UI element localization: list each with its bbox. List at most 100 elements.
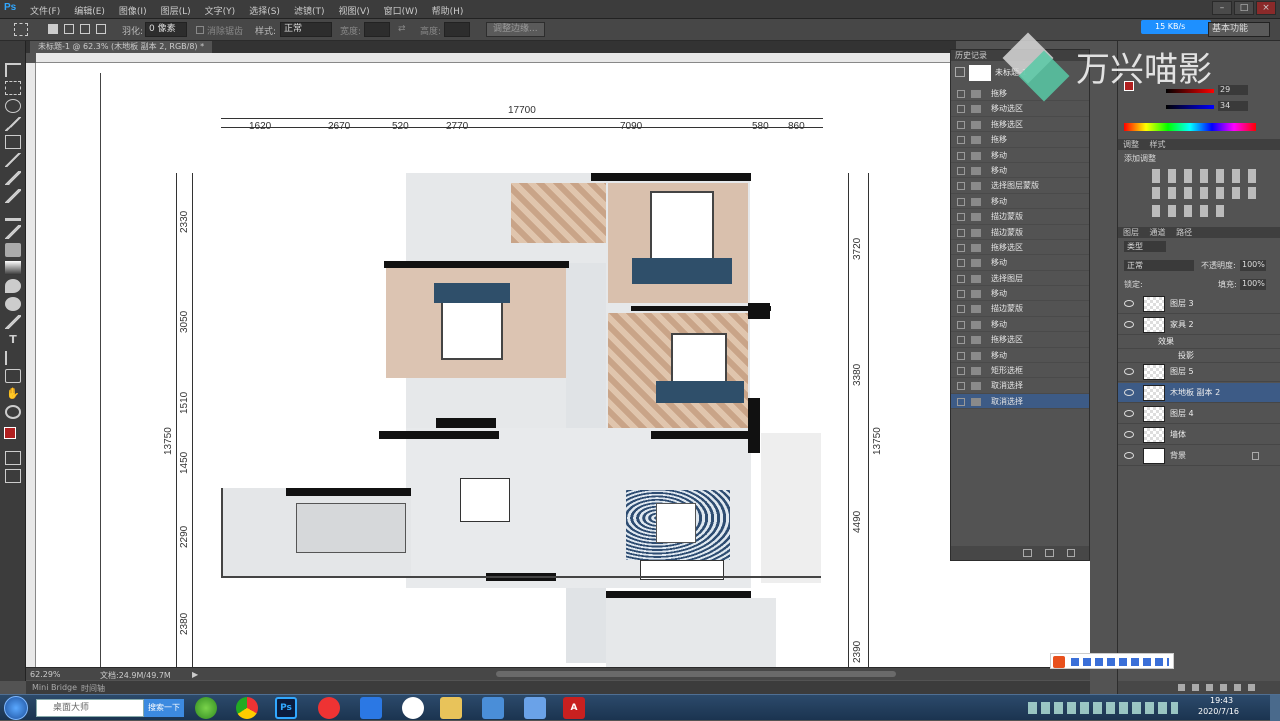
layer-effect-row[interactable]: 投影 xyxy=(1118,349,1280,363)
layer-row[interactable]: 墙体 xyxy=(1118,425,1280,445)
minimize-button[interactable]: – xyxy=(1212,1,1232,15)
add-selection-icon[interactable] xyxy=(64,24,74,34)
layer-kind-filter[interactable]: 类型 xyxy=(1124,241,1166,252)
menu-help[interactable]: 帮助(H) xyxy=(432,4,464,17)
tab-styles[interactable]: 样式 xyxy=(1150,140,1166,149)
history-item[interactable]: 描边蒙版 xyxy=(951,225,1089,240)
refine-edge-button[interactable]: 调整边缘... xyxy=(486,22,545,37)
style-select[interactable]: 正常 xyxy=(280,22,332,37)
autocad-icon[interactable]: A xyxy=(563,697,585,719)
history-item[interactable]: 取消选择 xyxy=(951,378,1089,394)
history-item[interactable]: 拖移选区 xyxy=(951,117,1089,133)
taskbar-search-input[interactable]: 桌面大师 xyxy=(36,699,144,717)
history-item[interactable]: 移动 xyxy=(951,148,1089,163)
tab-paths[interactable]: 路径 xyxy=(1176,228,1192,237)
snapshot-camera-icon[interactable] xyxy=(1045,549,1054,557)
netease-music-icon[interactable] xyxy=(318,697,340,719)
history-item[interactable]: 移动 xyxy=(951,194,1089,210)
horizontal-scrollbar[interactable] xyxy=(496,671,896,677)
visibility-eye-icon[interactable] xyxy=(1124,452,1134,459)
hand-tool-icon[interactable]: ✋ xyxy=(5,387,21,401)
color-spectrum[interactable] xyxy=(1124,123,1256,131)
tab-adjustments[interactable]: 调整 xyxy=(1123,140,1139,149)
width-input[interactable] xyxy=(364,22,390,37)
layer-row-selected[interactable]: 木地板 副本 2 xyxy=(1118,383,1280,403)
type-tool-icon[interactable]: T xyxy=(5,333,21,347)
foreground-color-swatch[interactable] xyxy=(4,427,16,439)
screen-capture-icon[interactable] xyxy=(482,697,504,719)
adjustment-icons-row2[interactable] xyxy=(1152,187,1262,199)
fill-input[interactable]: 100% xyxy=(1240,279,1266,290)
visibility-eye-icon[interactable] xyxy=(1124,410,1134,417)
menu-layer[interactable]: 图层(L) xyxy=(161,4,191,17)
gradient-tool-icon[interactable] xyxy=(5,261,21,275)
system-tray-icons[interactable] xyxy=(1028,702,1178,714)
blur-tool-icon[interactable] xyxy=(5,279,21,293)
menu-edit[interactable]: 编辑(E) xyxy=(74,4,105,17)
screen-mode-icon[interactable] xyxy=(5,469,21,483)
wps-icon[interactable] xyxy=(360,697,382,719)
layer-row[interactable]: 图层 4 xyxy=(1118,404,1280,424)
visibility-eye-icon[interactable] xyxy=(1124,321,1134,328)
menu-file[interactable]: 文件(F) xyxy=(30,4,60,17)
menu-image[interactable]: 图像(I) xyxy=(119,4,147,17)
file-explorer-icon[interactable] xyxy=(440,697,462,719)
layer-row[interactable]: 背景 xyxy=(1118,446,1280,466)
menu-filter[interactable]: 滤镜(T) xyxy=(294,4,325,17)
tab-channels[interactable]: 通道 xyxy=(1150,228,1166,237)
zoom-tool-icon[interactable] xyxy=(5,405,21,419)
mini-bridge-tab[interactable]: Mini Bridge xyxy=(32,683,77,692)
ime-toolbar[interactable] xyxy=(1050,653,1174,669)
visibility-eye-icon[interactable] xyxy=(1124,300,1134,307)
maximize-button[interactable]: □ xyxy=(1234,1,1254,15)
marquee-tool-icon[interactable] xyxy=(14,23,28,36)
move-tool-icon[interactable] xyxy=(5,63,21,77)
history-item[interactable]: 移动 xyxy=(951,163,1089,179)
eraser-tool-icon[interactable] xyxy=(5,243,21,257)
history-item[interactable]: 拖移 xyxy=(951,132,1089,148)
doc-info[interactable]: 文档:24.9M/49.7M xyxy=(100,670,171,681)
history-item[interactable]: 选择图层蒙版 xyxy=(951,178,1089,194)
clock-date[interactable]: 2020/7/16 xyxy=(1198,707,1239,716)
show-desktop-button[interactable] xyxy=(1270,695,1280,721)
layer-action-icons[interactable] xyxy=(1178,684,1262,691)
menu-window[interactable]: 窗口(W) xyxy=(384,4,418,17)
opacity-input[interactable]: 100% xyxy=(1240,260,1266,271)
tab-layers[interactable]: 图层 xyxy=(1123,228,1139,237)
sogou-ime-icon[interactable] xyxy=(1053,656,1065,668)
timeline-tab[interactable]: 时间轴 xyxy=(81,683,105,694)
blend-mode-select[interactable]: 正常 xyxy=(1124,260,1194,271)
photoshop-taskbar-icon[interactable]: Ps xyxy=(275,697,297,719)
dodge-tool-icon[interactable] xyxy=(5,297,21,311)
history-item[interactable]: 矩形选框 xyxy=(951,363,1089,379)
chrome-icon[interactable] xyxy=(236,697,258,719)
swap-icon[interactable]: ⇄ xyxy=(398,24,406,34)
layer-row[interactable]: 家具 2 xyxy=(1118,315,1280,335)
close-button[interactable]: × xyxy=(1256,1,1276,15)
eyedropper-tool-icon[interactable] xyxy=(5,153,21,167)
layer-row[interactable]: 图层 5 xyxy=(1118,362,1280,382)
quick-select-tool-icon[interactable] xyxy=(5,117,21,131)
visibility-eye-icon[interactable] xyxy=(1124,368,1134,375)
intersect-selection-icon[interactable] xyxy=(96,24,106,34)
folder-app-icon[interactable] xyxy=(524,697,546,719)
layer-effect-row[interactable]: 效果 xyxy=(1118,335,1280,349)
start-button-icon[interactable] xyxy=(4,696,28,720)
clock-time[interactable]: 19:43 xyxy=(1210,696,1233,705)
new-document-icon[interactable] xyxy=(1023,549,1032,557)
menu-view[interactable]: 视图(V) xyxy=(338,4,369,17)
delete-trash-icon[interactable] xyxy=(1067,549,1075,557)
history-item-selected[interactable]: 取消选择 xyxy=(951,393,1089,410)
menu-select[interactable]: 选择(S) xyxy=(249,4,280,17)
pen-tool-icon[interactable] xyxy=(5,315,21,329)
clone-stamp-tool-icon[interactable] xyxy=(5,207,21,221)
new-selection-icon[interactable] xyxy=(48,24,58,34)
360-browser-icon[interactable] xyxy=(195,697,217,719)
healing-brush-tool-icon[interactable] xyxy=(5,171,21,185)
document-tab[interactable]: 未标题-1 @ 62.3% (木地板 副本 2, RGB/8) * xyxy=(30,41,213,53)
antialias-checkbox[interactable] xyxy=(196,26,204,34)
adjustment-icons-row3[interactable] xyxy=(1152,205,1232,217)
quick-mask-icon[interactable] xyxy=(5,451,21,465)
document-canvas[interactable]: 17700 1620 2670 520 2770 7090 580 860 23… xyxy=(36,63,1090,667)
history-item[interactable]: 移动 xyxy=(951,286,1089,302)
